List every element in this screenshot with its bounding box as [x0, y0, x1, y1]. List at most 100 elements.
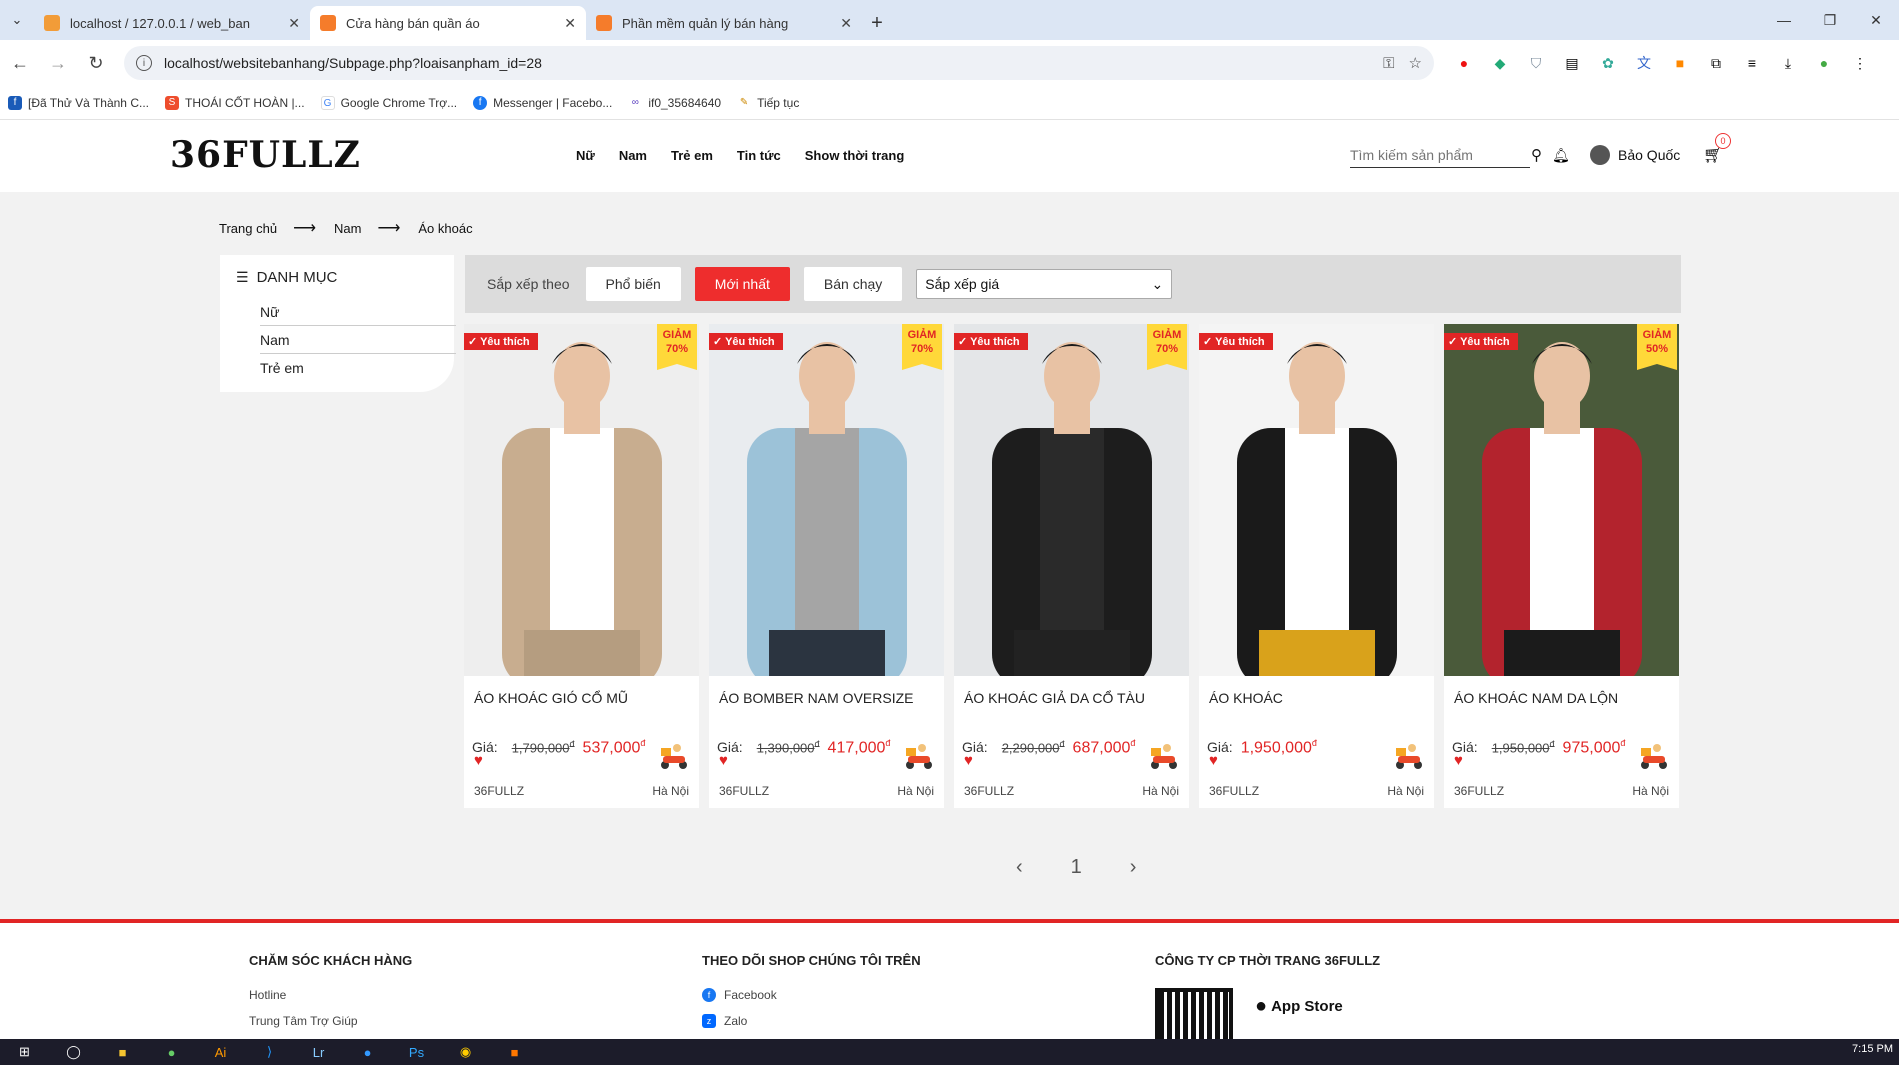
category-list: Nữ Nam Trẻ em — [236, 298, 456, 381]
bookmark-item[interactable]: ✎ Tiếp tục — [737, 95, 799, 110]
profile-avatar-icon[interactable]: ● — [1806, 55, 1842, 71]
sidebar-item-nam[interactable]: Nam — [260, 326, 456, 354]
search-icon[interactable]: ◯ — [49, 1044, 98, 1060]
nav-item-tin-tuc[interactable]: Tin tức — [737, 148, 781, 163]
product-card[interactable]: ✓ Yêu thích GIẢM 50% ÁO KHOÁC NAM DA LỘN … — [1444, 324, 1679, 808]
bookmark-item[interactable]: S THOÁI CỐT HOÀN |... — [164, 95, 305, 110]
sort-bestseller-button[interactable]: Bán chạy — [803, 267, 903, 301]
extension-icon[interactable]: ▤ — [1554, 55, 1590, 72]
page-number[interactable]: 1 — [1071, 856, 1082, 879]
product-card[interactable]: ✓ Yêu thích GIẢM 70% ÁO BOMBER NAM OVERSI… — [709, 324, 944, 808]
translate-icon[interactable]: 文 — [1626, 53, 1662, 73]
product-card[interactable]: ✓ Yêu thích GIẢM 70% ÁO KHOÁC GIẢ DA CỔ T… — [954, 324, 1189, 808]
sort-popular-button[interactable]: Phổ biến — [585, 267, 681, 301]
tab-phpmyadmin[interactable]: localhost / 127.0.0.1 / web_ban ✕ — [34, 6, 310, 40]
product-name[interactable]: ÁO KHOÁC GIẢ DA CỔ TÀU — [954, 676, 1189, 728]
product-image[interactable]: ✓ Yêu thích GIẢM 50% — [1444, 324, 1679, 676]
xampp-icon[interactable]: ■ — [490, 1045, 539, 1060]
restore-icon[interactable]: ❐ — [1807, 0, 1853, 40]
close-icon[interactable]: ✕ — [564, 15, 576, 32]
nav-item-nam[interactable]: Nam — [619, 148, 647, 163]
app-store-link[interactable]: ● App Store — [1255, 995, 1343, 1018]
download-icon[interactable]: ⤓ — [1770, 55, 1806, 72]
site-logo[interactable]: 36FULLZ — [170, 134, 361, 176]
reading-list-icon[interactable]: ≡ — [1734, 55, 1770, 71]
bookmark-item[interactable]: ∞ if0_35684640 — [628, 95, 721, 110]
product-meta: 36FULLZ Hà Nội — [1209, 784, 1424, 798]
close-icon[interactable]: ✕ — [840, 15, 852, 32]
bell-icon[interactable]: 🔔︎ — [1552, 147, 1570, 164]
footer-link-hotline[interactable]: Hotline — [249, 988, 412, 1002]
product-image[interactable]: ✓ Yêu thích — [1199, 324, 1434, 676]
extension-icon[interactable]: ■ — [1662, 55, 1698, 71]
nav-item-show-thoi-trang[interactable]: Show thời trang — [805, 148, 905, 163]
footer-link-help[interactable]: Trung Tâm Trợ Giúp — [249, 1014, 412, 1028]
opera-icon[interactable]: ● — [1446, 55, 1482, 71]
heart-icon[interactable]: ♥ — [474, 752, 483, 769]
product-name[interactable]: ÁO BOMBER NAM OVERSIZE — [709, 676, 944, 728]
key-icon[interactable]: ⚿ — [1383, 55, 1394, 72]
windows-start-icon[interactable]: ⊞ — [0, 1044, 49, 1060]
extension-icon[interactable]: ✿ — [1590, 55, 1626, 72]
heart-icon[interactable]: ♥ — [964, 752, 973, 769]
search-input[interactable] — [1350, 146, 1531, 163]
user-menu[interactable]: Bảo Quốc — [1590, 145, 1680, 165]
prev-page-icon[interactable]: ‹ — [1016, 856, 1023, 879]
bookmark-item[interactable]: f [Đã Thử Và Thành C... — [8, 95, 149, 110]
tab-admin[interactable]: Phần mềm quản lý bán hàng ✕ — [586, 6, 862, 40]
product-card[interactable]: ✓ Yêu thích ÁO KHOÁC Giá: 1,950,000đ ♥ 3… — [1199, 324, 1434, 808]
url-text[interactable]: localhost/websitebanhang/Subpage.php?loa… — [164, 55, 1369, 71]
chrome-icon[interactable]: ◉ — [441, 1044, 490, 1060]
search-icon[interactable]: ⚲ — [1531, 146, 1542, 164]
forward-icon[interactable]: → — [40, 45, 76, 81]
extension-icon[interactable]: ◆ — [1482, 55, 1518, 72]
heart-icon[interactable]: ♥ — [1454, 752, 1463, 769]
cart-button[interactable]: 🛒︎ 0 — [1703, 133, 1731, 165]
next-page-icon[interactable]: › — [1130, 856, 1137, 879]
sidebar-item-nu[interactable]: Nữ — [260, 298, 456, 326]
heart-icon[interactable]: ♥ — [1209, 752, 1218, 769]
url-bar[interactable]: i localhost/websitebanhang/Subpage.php?l… — [124, 46, 1434, 80]
app-icon[interactable]: ● — [147, 1045, 196, 1060]
footer-link-zalo[interactable]: z Zalo — [702, 1014, 921, 1028]
back-icon[interactable]: ← — [2, 45, 38, 81]
heart-icon[interactable]: ♥ — [719, 752, 728, 769]
tab-search-icon[interactable]: ⌄ — [0, 0, 34, 40]
close-icon[interactable]: ✕ — [288, 15, 300, 32]
puzzle-icon[interactable]: ⧉ — [1698, 55, 1734, 72]
breadcrumb-category[interactable]: Nam — [334, 221, 361, 236]
lightroom-icon[interactable]: Lr — [294, 1045, 343, 1060]
illustrator-icon[interactable]: Ai — [196, 1045, 245, 1060]
product-name[interactable]: ÁO KHOÁC GIÓ CỔ MŨ — [464, 676, 699, 728]
nav-item-tre-em[interactable]: Trẻ em — [671, 148, 713, 163]
product-name[interactable]: ÁO KHOÁC — [1199, 676, 1434, 728]
breadcrumb-home[interactable]: Trang chủ — [219, 221, 277, 236]
product-name[interactable]: ÁO KHOÁC NAM DA LỘN — [1444, 676, 1679, 728]
menu-icon[interactable]: ⋮ — [1842, 55, 1878, 72]
nav-item-nu[interactable]: Nữ — [576, 148, 595, 163]
location: Hà Nội — [652, 784, 689, 798]
bookmark-item[interactable]: G Google Chrome Trợ... — [320, 95, 457, 110]
file-explorer-icon[interactable]: ■ — [98, 1045, 147, 1060]
sort-newest-button[interactable]: Mới nhất — [694, 267, 790, 301]
zalo-icon[interactable]: ● — [343, 1045, 392, 1060]
reload-icon[interactable]: ↻ — [78, 45, 114, 81]
product-image[interactable]: ✓ Yêu thích GIẢM 70% — [954, 324, 1189, 676]
bookmark-item[interactable]: f Messenger | Facebo... — [473, 95, 612, 110]
shield-icon[interactable]: ⛉ — [1518, 55, 1554, 72]
footer-link-facebook[interactable]: f Facebook — [702, 988, 921, 1002]
minimize-icon[interactable]: — — [1761, 0, 1807, 40]
product-image[interactable]: ✓ Yêu thích GIẢM 70% — [709, 324, 944, 676]
brand-name: 36FULLZ — [474, 784, 525, 798]
sidebar-item-tre-em[interactable]: Trẻ em — [260, 354, 456, 381]
site-info-icon[interactable]: i — [136, 55, 152, 71]
bookmark-star-icon[interactable]: ☆ — [1409, 54, 1422, 72]
vscode-icon[interactable]: ⟩ — [245, 1044, 294, 1060]
tab-shop[interactable]: Cửa hàng bán quần áo ✕ — [310, 6, 586, 40]
product-card[interactable]: ✓ Yêu thích GIẢM 70% ÁO KHOÁC GIÓ CỔ MŨ G… — [464, 324, 699, 808]
close-window-icon[interactable]: ✕ — [1853, 0, 1899, 40]
product-image[interactable]: ✓ Yêu thích GIẢM 70% — [464, 324, 699, 676]
price-sort-select[interactable]: Sắp xếp giá ⌄ — [916, 269, 1173, 299]
new-tab-button[interactable]: + — [862, 6, 892, 40]
photoshop-icon[interactable]: Ps — [392, 1045, 441, 1060]
